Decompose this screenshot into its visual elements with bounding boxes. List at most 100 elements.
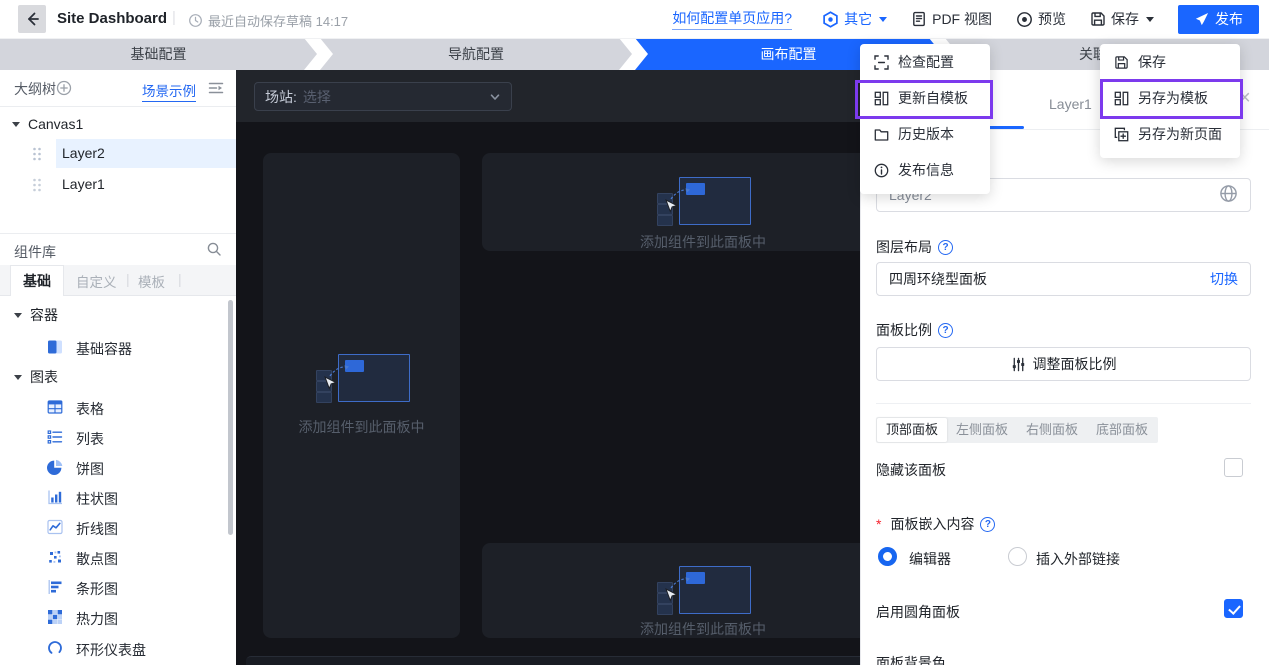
menu-item-check-config[interactable]: 检查配置 [860, 44, 990, 80]
required-asterisk: * [876, 516, 882, 532]
publish-button[interactable]: 发布 [1178, 4, 1259, 34]
outline-title: 大纲树 [14, 81, 56, 97]
scene-demo-link[interactable]: 场景示例 [142, 80, 196, 102]
radio-editor[interactable] [878, 547, 897, 566]
menu-item-update-from-template[interactable]: 更新自模板 [860, 80, 990, 116]
component-heatmap[interactable]: 热力图 [0, 602, 236, 632]
component-basic-container[interactable]: 基础容器 [0, 332, 236, 362]
drag-handle-icon[interactable] [32, 147, 42, 161]
drag-handle-icon[interactable] [32, 178, 42, 192]
caret-down-icon[interactable] [14, 312, 22, 318]
preview-label: 预览 [1038, 11, 1066, 27]
tree-node-canvas1[interactable]: Canvas1 [0, 110, 236, 138]
scan-icon [874, 54, 889, 70]
ratio-label: 面板比例 [876, 322, 932, 338]
tab-layer1[interactable]: Layer1 [1049, 96, 1092, 112]
menu-item-history-versions[interactable]: 历史版本 [860, 116, 990, 152]
more-menu-button[interactable]: 其它 [822, 9, 888, 29]
cursor-icon [665, 587, 678, 602]
component-table[interactable]: 表格 [0, 392, 236, 422]
canvas-panel-bottom-edge [246, 656, 860, 665]
help-link[interactable]: 如何配置单页应用? [672, 8, 793, 30]
preview-button[interactable]: 预览 [1016, 9, 1066, 29]
step-basic-config[interactable]: 基础配置 [0, 38, 317, 70]
help-icon[interactable]: ? [938, 322, 953, 338]
component-scatter-chart[interactable]: 散点图 [0, 542, 236, 572]
panel-placeholder [657, 565, 751, 616]
save-menu-button[interactable]: 保存 [1090, 9, 1154, 29]
back-button[interactable] [18, 5, 46, 33]
add-layer-button[interactable] [56, 80, 72, 99]
component-pie-chart[interactable]: 饼图 [0, 452, 236, 482]
tab-top-panel[interactable]: 顶部面板 [877, 418, 948, 442]
sidebar-scrollbar[interactable] [228, 300, 233, 535]
component-list[interactable]: 列表 [0, 422, 236, 452]
drag-drop-illustration-icon [315, 354, 410, 404]
send-icon [1195, 12, 1209, 25]
layout-section-label: 图层布局 ? [876, 237, 953, 257]
group-container[interactable]: 容器 [0, 301, 236, 329]
layout-value: 四周环绕型面板 [889, 271, 987, 287]
component-label: 饼图 [76, 461, 104, 477]
chevron-down-icon [490, 93, 500, 100]
hexagon-icon [823, 10, 838, 28]
drag-drop-illustration-icon [657, 565, 751, 616]
folder-icon [874, 128, 889, 141]
tab-bottom-panel[interactable]: 底部面板 [1087, 418, 1157, 442]
step-bar: 基础配置 导航配置 画布配置 关联配置 [0, 38, 1269, 70]
pie-icon [46, 458, 64, 476]
tab-label: 基础 [23, 273, 51, 289]
container-icon [46, 338, 64, 356]
arrow-left-icon [28, 12, 39, 26]
globe-icon[interactable] [1219, 184, 1238, 206]
collapse-panel-icon[interactable] [208, 80, 224, 99]
menu-item-save-as-new-page[interactable]: 另存为新页面 [1100, 116, 1240, 152]
component-column-chart[interactable]: 柱状图 [0, 482, 236, 512]
tab-right-panel[interactable]: 右侧面板 [1017, 418, 1087, 442]
step-nav-config[interactable]: 导航配置 [320, 38, 632, 70]
app: Site Dashboard | 最近自动保存草稿 14:17 如何配置单页应用… [0, 0, 1269, 665]
menu-item-save-as-template[interactable]: 另存为模板 [1100, 80, 1240, 116]
tree-node-layer2[interactable]: Layer2 [0, 139, 236, 168]
component-bar-chart[interactable]: 条形图 [0, 572, 236, 602]
switch-layout-link[interactable]: 切换 [1210, 269, 1238, 289]
canvas-editor: 场站: 选择 添加组件到此面板中 添加组件到此面板中 添加组件到此面板中 [236, 70, 860, 665]
group-label: 图表 [30, 369, 58, 385]
hide-panel-checkbox[interactable] [1224, 458, 1243, 477]
station-select[interactable]: 场站: 选择 [254, 82, 512, 111]
component-label: 热力图 [76, 611, 118, 627]
pdf-doc-icon [913, 11, 926, 27]
tab-basic[interactable]: 基础 [10, 265, 64, 296]
component-label: 基础容器 [76, 341, 132, 357]
tab-template[interactable]: 模板 [138, 271, 165, 291]
heatmap-icon [46, 608, 64, 626]
adjust-ratio-button[interactable]: 调整面板比例 [876, 347, 1251, 381]
tree-node-layer1[interactable]: Layer1 [0, 170, 236, 199]
top-bar: Site Dashboard | 最近自动保存草稿 14:17 如何配置单页应用… [0, 0, 1269, 39]
help-icon[interactable]: ? [938, 239, 953, 255]
placeholder-text: 添加组件到此面板中 [640, 621, 766, 637]
panel-placeholder: 添加组件到此面板中 [299, 354, 425, 437]
menu-item-save[interactable]: 保存 [1100, 44, 1240, 80]
pdf-view-button[interactable]: PDF 视图 [911, 9, 992, 29]
table-icon [46, 398, 64, 416]
caret-down-icon[interactable] [14, 374, 22, 380]
group-charts[interactable]: 图表 [0, 363, 236, 391]
radio-external-link[interactable] [1008, 547, 1027, 566]
canvas-panel-bottom[interactable]: 添加组件到此面板中 [482, 543, 860, 638]
tab-left-panel[interactable]: 左侧面板 [947, 418, 1017, 442]
tab-custom[interactable]: 自定义 [76, 271, 117, 291]
menu-item-publish-info[interactable]: 发布信息 [860, 152, 990, 188]
canvas-panel-top[interactable]: 添加组件到此面板中 [482, 153, 860, 251]
component-ring-gauge[interactable]: 环形仪表盘 [0, 633, 236, 663]
component-line-chart[interactable]: 折线图 [0, 512, 236, 542]
help-icon[interactable]: ? [980, 516, 996, 532]
save-label: 保存 [1111, 11, 1139, 27]
column-chart-icon [46, 488, 64, 506]
rounded-panel-checkbox[interactable] [1224, 599, 1243, 618]
close-icon[interactable]: × [1239, 88, 1251, 108]
caret-down-icon[interactable] [12, 121, 20, 127]
search-icon[interactable] [206, 241, 222, 260]
canvas-panel-left[interactable]: 添加组件到此面板中 [263, 153, 460, 638]
save-icon [1091, 12, 1105, 26]
